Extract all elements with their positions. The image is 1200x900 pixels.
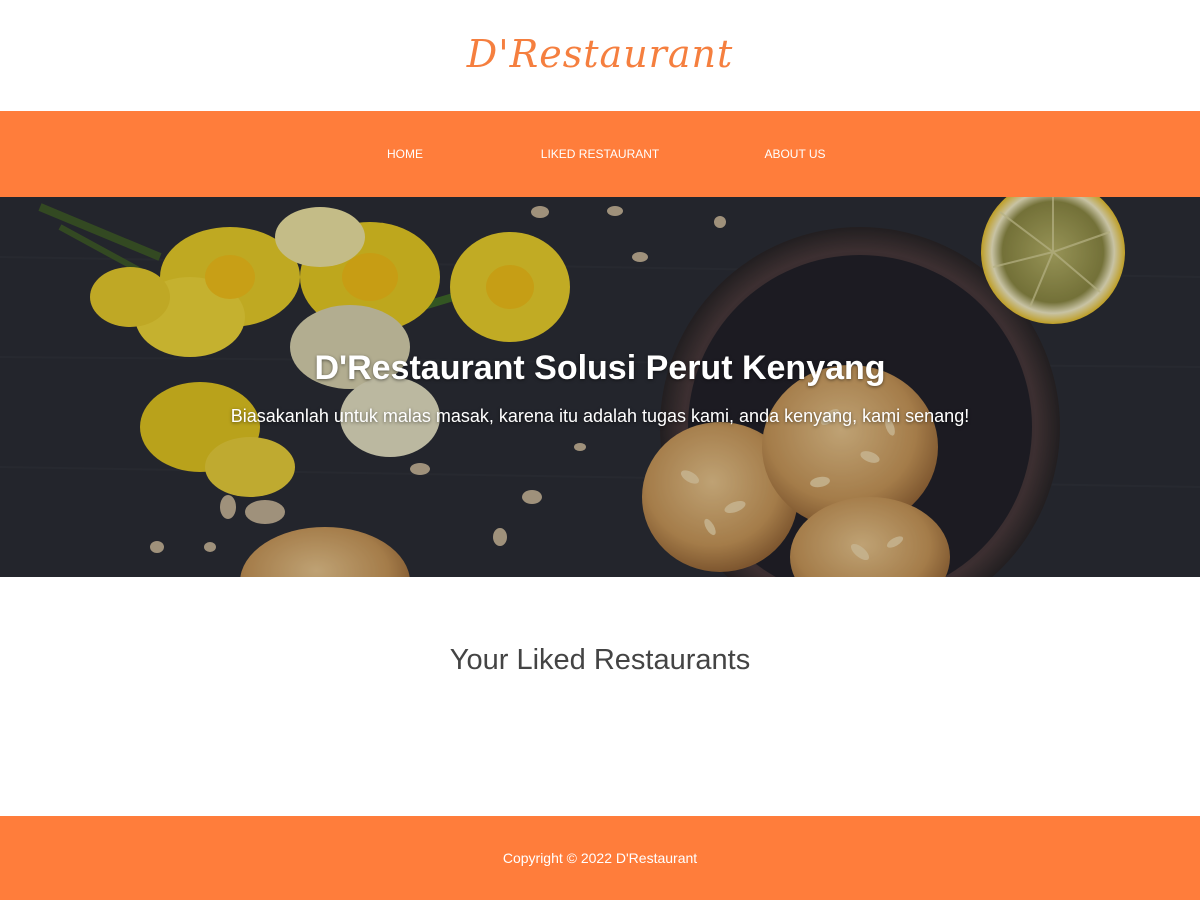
site-footer: Copyright © 2022 D'Restaurant: [0, 816, 1200, 900]
hero-banner: D'Restaurant Solusi Perut Kenyang Biasak…: [0, 197, 1200, 577]
nav-item-liked-restaurant[interactable]: LIKED RESTAURANT: [535, 147, 665, 161]
copyright-text: Copyright © 2022 D'Restaurant: [502, 850, 698, 866]
hero-title: D'Restaurant Solusi Perut Kenyang: [314, 349, 886, 387]
site-logo[interactable]: D'Restaurant: [467, 32, 733, 76]
main-navigation: HOME LIKED RESTAURANT ABOUT US: [0, 111, 1200, 197]
site-header: D'Restaurant: [0, 0, 1200, 111]
liked-restaurants-heading: Your Liked Restaurants: [449, 644, 751, 676]
nav-item-home[interactable]: HOME: [340, 147, 470, 161]
main-content: Your Liked Restaurants: [0, 577, 1200, 816]
nav-item-about-us[interactable]: ABOUT US: [730, 147, 860, 161]
hero-subtitle: Biasakanlah untuk malas masak, karena it…: [230, 406, 970, 426]
